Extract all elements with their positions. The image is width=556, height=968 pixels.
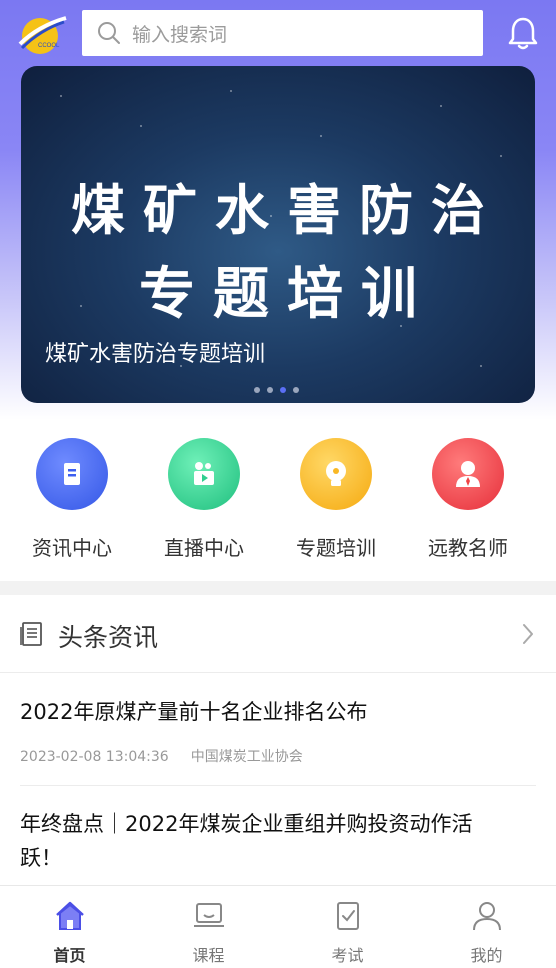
tab-exams[interactable]: 考试 xyxy=(278,886,417,968)
teacher-icon xyxy=(432,438,504,510)
exam-icon xyxy=(336,902,359,930)
svg-text:CCOOL: CCOOL xyxy=(38,43,60,49)
carousel-dot-active[interactable] xyxy=(280,387,286,393)
banner-title-line1: 煤矿水害防治 xyxy=(71,178,503,242)
tab-label: 首页 xyxy=(53,946,86,965)
bottom-tab-bar: 首页 课程 考试 我的 xyxy=(0,885,556,968)
article-meta: 2023-02-08 13:04:36 中国煤炭工业协会 xyxy=(20,746,303,766)
quick-link-topic-training[interactable]: 专题培训 xyxy=(270,438,402,561)
profile-icon xyxy=(472,902,501,931)
carousel-indicator xyxy=(254,387,299,393)
carousel-dot[interactable] xyxy=(267,387,273,393)
tab-home[interactable]: 首页 xyxy=(0,886,139,968)
headline-news-header[interactable]: 头条资讯 xyxy=(0,595,556,673)
search-input[interactable]: 输入搜索词 xyxy=(82,10,483,56)
top-header: CCOOL 输入搜索词 xyxy=(0,0,556,66)
quick-link-live-center[interactable]: 直播中心 xyxy=(138,438,270,561)
article-separator xyxy=(20,785,536,786)
banner-carousel[interactable]: 煤矿水害防治 专题培训 煤矿水害防治专题培训 xyxy=(21,66,535,403)
search-placeholder: 输入搜索词 xyxy=(132,23,228,46)
tab-courses[interactable]: 课程 xyxy=(139,886,278,968)
quick-link-label: 直播中心 xyxy=(164,536,244,560)
chevron-right-icon[interactable] xyxy=(520,622,536,646)
banner-title-line2: 专题培训 xyxy=(139,261,435,327)
quick-link-famous-teachers[interactable]: 远教名师 xyxy=(402,438,534,561)
search-icon xyxy=(98,22,120,44)
article-source: 中国煤炭工业协会 xyxy=(190,749,303,765)
news-article[interactable]: 2022年原煤产量前十名企业排名公布 2023-02-08 13:04:36 中国… xyxy=(0,674,556,786)
article-date: 2023-02-08 13:04:36 xyxy=(20,749,169,765)
tab-label: 课程 xyxy=(192,946,225,965)
quick-link-label: 专题培训 xyxy=(296,536,376,560)
news-article[interactable]: 年终盘点｜2022年煤炭企业重组并购投资动作活跃！ xyxy=(0,787,556,885)
carousel-dot[interactable] xyxy=(254,387,260,393)
section-divider xyxy=(0,581,556,595)
carousel-dot[interactable] xyxy=(293,387,299,393)
tab-profile[interactable]: 我的 xyxy=(417,886,556,968)
quick-link-label: 远教名师 xyxy=(428,536,508,560)
video-camera-icon xyxy=(168,438,240,510)
home-icon xyxy=(55,901,84,930)
section-title: 头条资讯 xyxy=(58,623,159,652)
quick-link-news-center[interactable]: 资讯中心 xyxy=(6,438,138,561)
article-title[interactable]: 2022年原煤产量前十名企业排名公布 xyxy=(20,695,520,729)
tab-label: 我的 xyxy=(470,946,503,965)
course-icon xyxy=(193,903,224,927)
lightbulb-icon xyxy=(300,438,372,510)
quick-link-label: 资讯中心 xyxy=(32,536,112,560)
banner-caption: 煤矿水害防治专题培训 xyxy=(45,342,266,367)
app-logo: CCOOL xyxy=(18,12,68,56)
notification-bell-icon[interactable] xyxy=(504,14,542,52)
newspaper-icon xyxy=(20,622,42,646)
article-title[interactable]: 年终盘点｜2022年煤炭企业重组并购投资动作活跃！ xyxy=(20,807,510,875)
tab-label: 考试 xyxy=(331,946,364,965)
document-icon xyxy=(36,438,108,510)
quick-links: 资讯中心 直播中心 专题培训 远教名师 xyxy=(0,438,556,568)
